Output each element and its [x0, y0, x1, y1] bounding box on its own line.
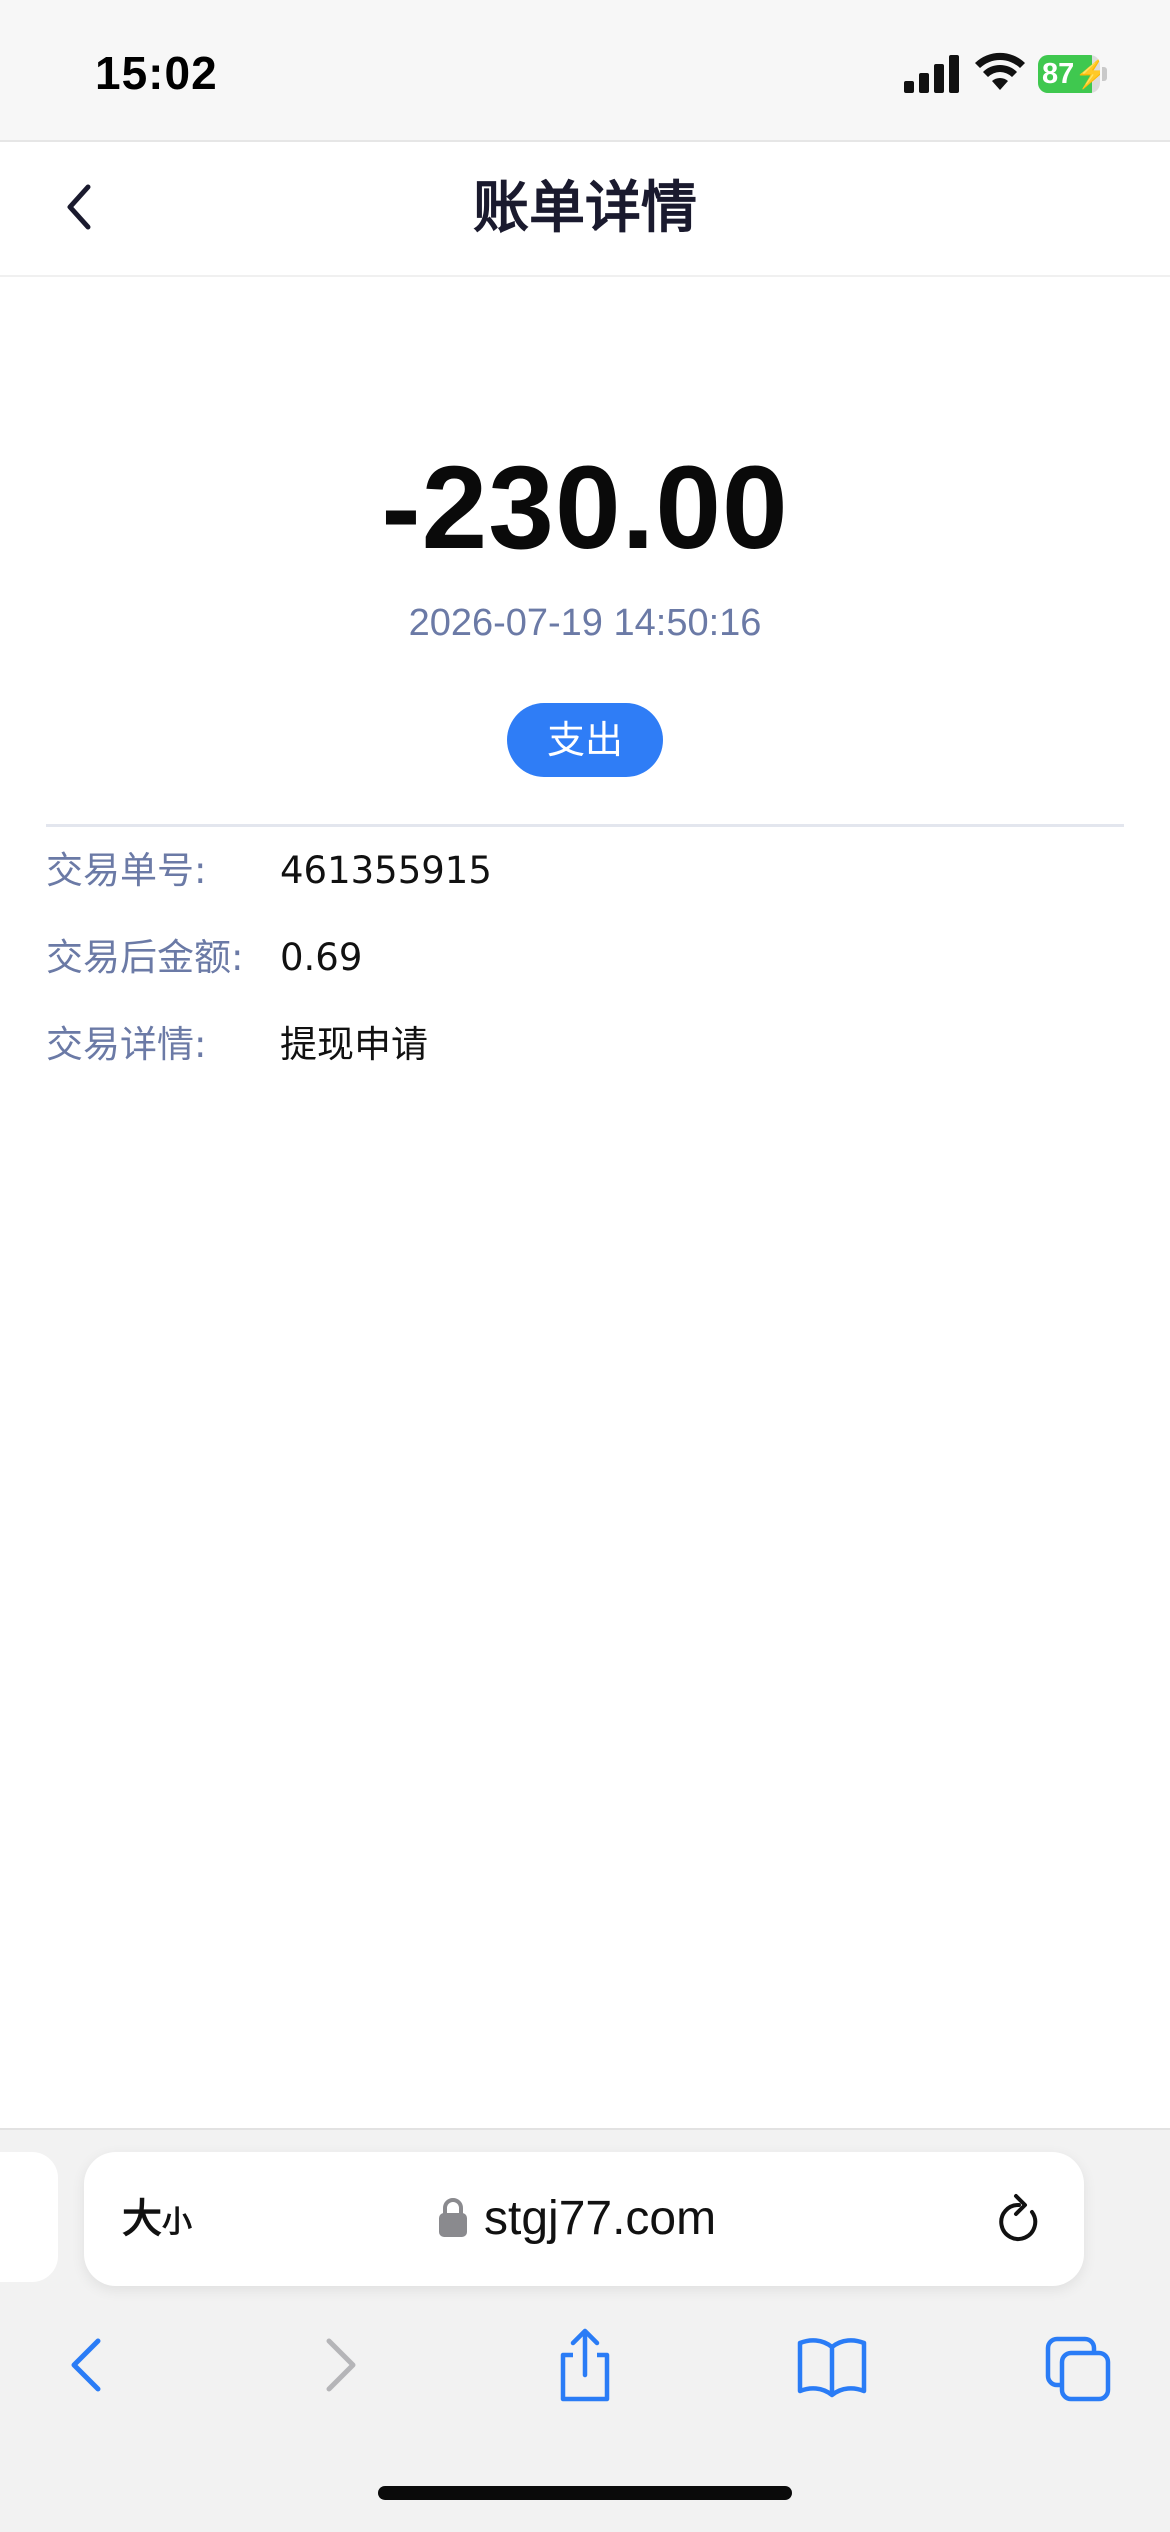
detail-label: 交易后金额:: [46, 936, 244, 979]
nav-header: 账单详情: [0, 140, 1170, 277]
status-bar: 15:02 87⚡: [0, 0, 1170, 140]
divider: [46, 824, 1124, 827]
page-title: 账单详情: [473, 176, 697, 241]
status-time: 15:02: [95, 47, 218, 99]
detail-value: 461355915: [280, 849, 492, 892]
forward-arrow-icon[interactable]: [303, 2325, 375, 2405]
previous-tab-card[interactable]: [0, 2152, 58, 2282]
transaction-datetime: 2026-07-19 14:50:16: [408, 602, 762, 644]
back-arrow-icon[interactable]: [52, 2325, 124, 2405]
home-indicator: [378, 2486, 792, 2500]
reload-icon[interactable]: [992, 2190, 1046, 2248]
cellular-signal-icon: [904, 55, 959, 93]
transaction-type-badge: 支出: [507, 703, 663, 777]
tabs-icon[interactable]: [1042, 2325, 1114, 2405]
detail-value: 提现申请: [280, 1023, 428, 1066]
browser-bottom-bar: 大小 stgj77.com: [0, 2128, 1170, 2532]
lock-icon: [439, 2198, 467, 2237]
detail-row-description: 交易详情: 提现申请: [46, 1015, 1124, 1075]
transaction-amount: -230.00: [381, 442, 789, 574]
share-icon[interactable]: [549, 2325, 621, 2405]
detail-row-balance-after: 交易后金额: 0.69: [46, 928, 1124, 988]
battery-indicator: 87⚡: [1038, 55, 1108, 93]
bill-detail-screen: 15:02 87⚡ 账单详情 -230.00 2026-07-19 14:50:…: [0, 0, 1170, 2532]
bookmarks-icon[interactable]: [796, 2325, 868, 2405]
battery-percent: 87⚡: [1042, 58, 1100, 90]
detail-row-order-number: 交易单号: 461355915: [46, 841, 1124, 901]
chevron-left-icon: [67, 184, 91, 230]
detail-value: 0.69: [280, 936, 363, 979]
back-button[interactable]: [48, 172, 108, 242]
url-text: stgj77.com: [484, 2192, 717, 2245]
address-bar[interactable]: 大小 stgj77.com: [84, 2152, 1084, 2286]
wifi-icon: [975, 52, 1025, 90]
detail-label: 交易详情:: [46, 1023, 207, 1066]
text-size-button[interactable]: 大小: [122, 2184, 192, 2254]
detail-label: 交易单号:: [46, 849, 207, 892]
